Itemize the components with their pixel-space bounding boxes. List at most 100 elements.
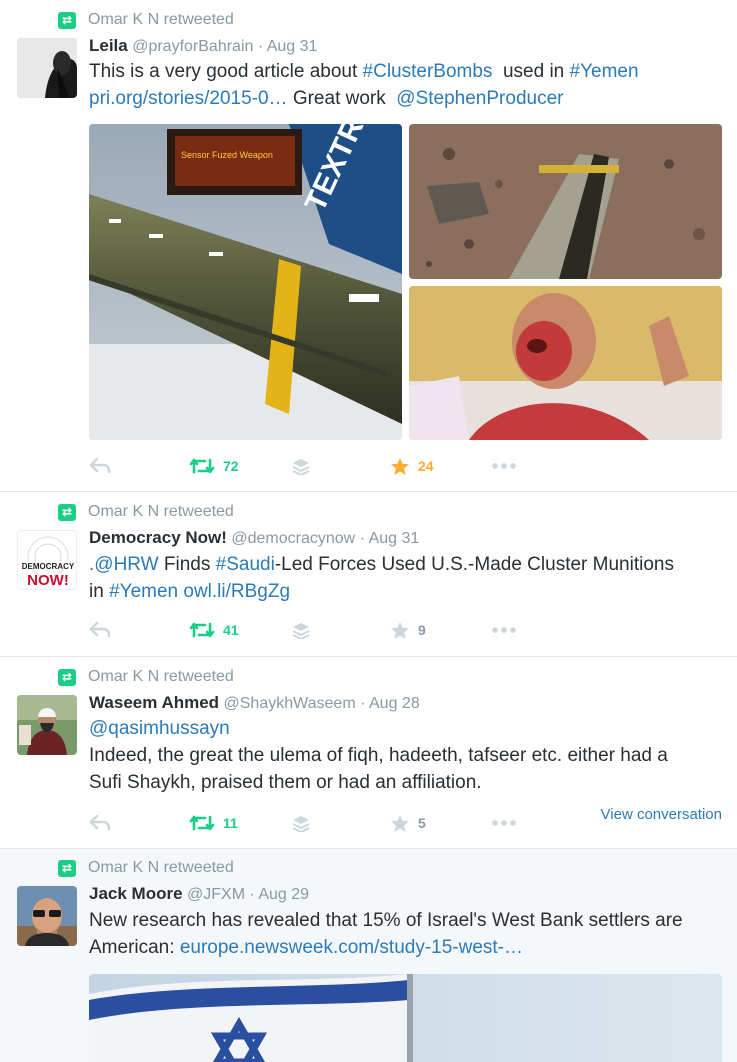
separator: · [359,530,366,547]
logo-bottom-text: NOW! [27,572,69,589]
text-segment: -Led Forces Used U.S.-Made Cluster Munit… [274,554,674,575]
favorite-button[interactable]: 9 [390,618,426,642]
reply-button[interactable] [89,618,111,642]
timestamp[interactable]: Aug 28 [369,695,420,712]
display-name[interactable]: Democracy Now! [89,528,227,547]
share-stack-button[interactable] [291,454,311,478]
timestamp[interactable]: Aug 31 [267,38,318,55]
logo-top-text: DEMOCRACY [22,562,75,571]
tweet-header: Leila @prayforBahrain · Aug 31 [89,36,317,56]
retweet-button[interactable]: 41 [189,618,239,642]
share-stack-button[interactable] [291,811,311,835]
tweet-2[interactable]: ⇄ Omar K N retweeted DEMOCRACY NOW! Demo… [0,492,737,657]
text-segment: American: [89,937,180,958]
avatar[interactable] [17,695,77,755]
reply-icon [89,621,111,638]
tweet-text: .@HRW Finds #Saudi-Led Forces Used U.S.-… [89,551,674,605]
retweet-badge-icon: ⇄ [58,859,76,877]
retweet-count: 11 [223,815,238,831]
tweet-actions: 72 24 [89,454,529,478]
reply-button[interactable] [89,454,111,478]
more-icon [492,820,516,826]
avatar[interactable] [17,886,77,946]
url-link[interactable]: pri.org/stories/2015-0… [89,88,288,109]
retweet-button[interactable]: 11 [189,811,238,835]
url-link[interactable]: owl.li/RBgZg [183,581,290,602]
favorite-count: 5 [418,815,426,831]
tweet-4[interactable]: ⇄ Omar K N retweeted Jack Moore @JFXM · … [0,849,737,1062]
tweet-1[interactable]: ⇄ Omar K N retweeted Leila @prayforBahra… [0,0,737,492]
user-handle[interactable]: @democracynow [231,530,355,547]
reply-icon [89,457,111,474]
hashtag-link[interactable]: #Saudi [216,554,275,575]
user-handle[interactable]: @prayforBahrain [132,38,253,55]
avatar[interactable]: DEMOCRACY NOW! [17,530,77,590]
retweet-badge-icon: ⇄ [58,668,76,686]
tweet-actions: 11 5 [89,811,529,835]
text-segment: This is a very good article about [89,61,363,82]
photo-israeli-flag [89,974,722,1062]
avatar[interactable] [17,38,77,98]
display-name[interactable]: Waseem Ahmed [89,693,219,712]
mention-link[interactable]: @qasimhussayn [89,718,230,739]
media-photo-flag[interactable] [89,974,722,1062]
retweet-button[interactable]: 72 [189,454,239,478]
more-icon [492,463,516,469]
tweet-3[interactable]: ⇄ Omar K N retweeted Waseem Ahmed @Shayk… [0,657,737,849]
mention-link[interactable]: .@HRW [89,554,159,575]
text-segment: in [89,581,110,602]
separator: · [249,886,255,903]
tweet-text: This is a very good article about #Clust… [89,58,639,112]
democracy-now-logo: DEMOCRACY NOW! [18,531,76,589]
hashtag-link[interactable]: #Yemen [570,61,639,82]
mention-link[interactable]: @StephenProducer [396,88,563,109]
share-stack-button[interactable] [291,618,311,642]
retweet-icon [189,622,215,638]
hashtag-link[interactable]: #ClusterBombs [363,61,493,82]
star-icon [391,457,409,475]
retweet-count: 72 [223,458,239,474]
tweet-actions: 41 9 [89,618,529,642]
more-button[interactable] [491,618,517,642]
avatar-image [17,38,77,98]
text-line: Sufi Shaykh, praised them or had an affi… [89,772,482,793]
retweet-icon [189,815,215,831]
tweet-header: Jack Moore @JFXM · Aug 29 [89,884,309,904]
retweeted-by-label: Omar K N retweeted [88,668,234,685]
tweet-text: New research has revealed that 15% of Is… [89,907,683,961]
retweet-count: 41 [223,622,239,638]
display-name[interactable]: Leila [89,36,128,55]
timestamp[interactable]: Aug 29 [258,886,309,903]
user-handle[interactable]: @JFXM [187,886,245,903]
separator: · [360,695,366,712]
avatar-image [17,695,77,755]
retweeted-by-label: Omar K N retweeted [88,859,234,876]
star-icon [391,814,409,832]
photo-bomb-debris [409,124,722,279]
more-icon [492,627,516,633]
hashtag-link[interactable]: #Yemen [109,581,178,602]
tweet-header: Waseem Ahmed @ShaykhWaseem · Aug 28 [89,693,420,713]
layers-icon [292,459,310,475]
favorite-count: 24 [418,458,434,474]
display-name[interactable]: Jack Moore [89,884,183,903]
more-button[interactable] [491,811,517,835]
media-photo-injured-child[interactable] [409,286,722,440]
text-segment: Finds [158,554,216,575]
layers-icon [292,623,310,639]
url-link[interactable]: europe.newsweek.com/study-15-west-… [180,937,523,958]
media-photo-weapon[interactable]: Sensor Fuzed Weapon TEXTRON [89,124,402,440]
text-line: Indeed, the great the ulema of fiqh, had… [89,745,668,766]
favorite-button[interactable]: 5 [390,811,426,835]
timestamp[interactable]: Aug 31 [369,530,420,547]
more-button[interactable] [491,454,517,478]
layers-icon [292,816,310,832]
photo-injured-child [409,286,722,440]
reply-button[interactable] [89,811,111,835]
view-conversation-link[interactable]: View conversation [601,806,722,823]
user-handle[interactable]: @ShaykhWaseem [224,695,356,712]
media-photo-bomb-debris[interactable] [409,124,722,279]
favorite-count: 9 [418,622,426,638]
retweet-badge-icon: ⇄ [58,503,76,521]
favorite-button[interactable]: 24 [390,454,434,478]
